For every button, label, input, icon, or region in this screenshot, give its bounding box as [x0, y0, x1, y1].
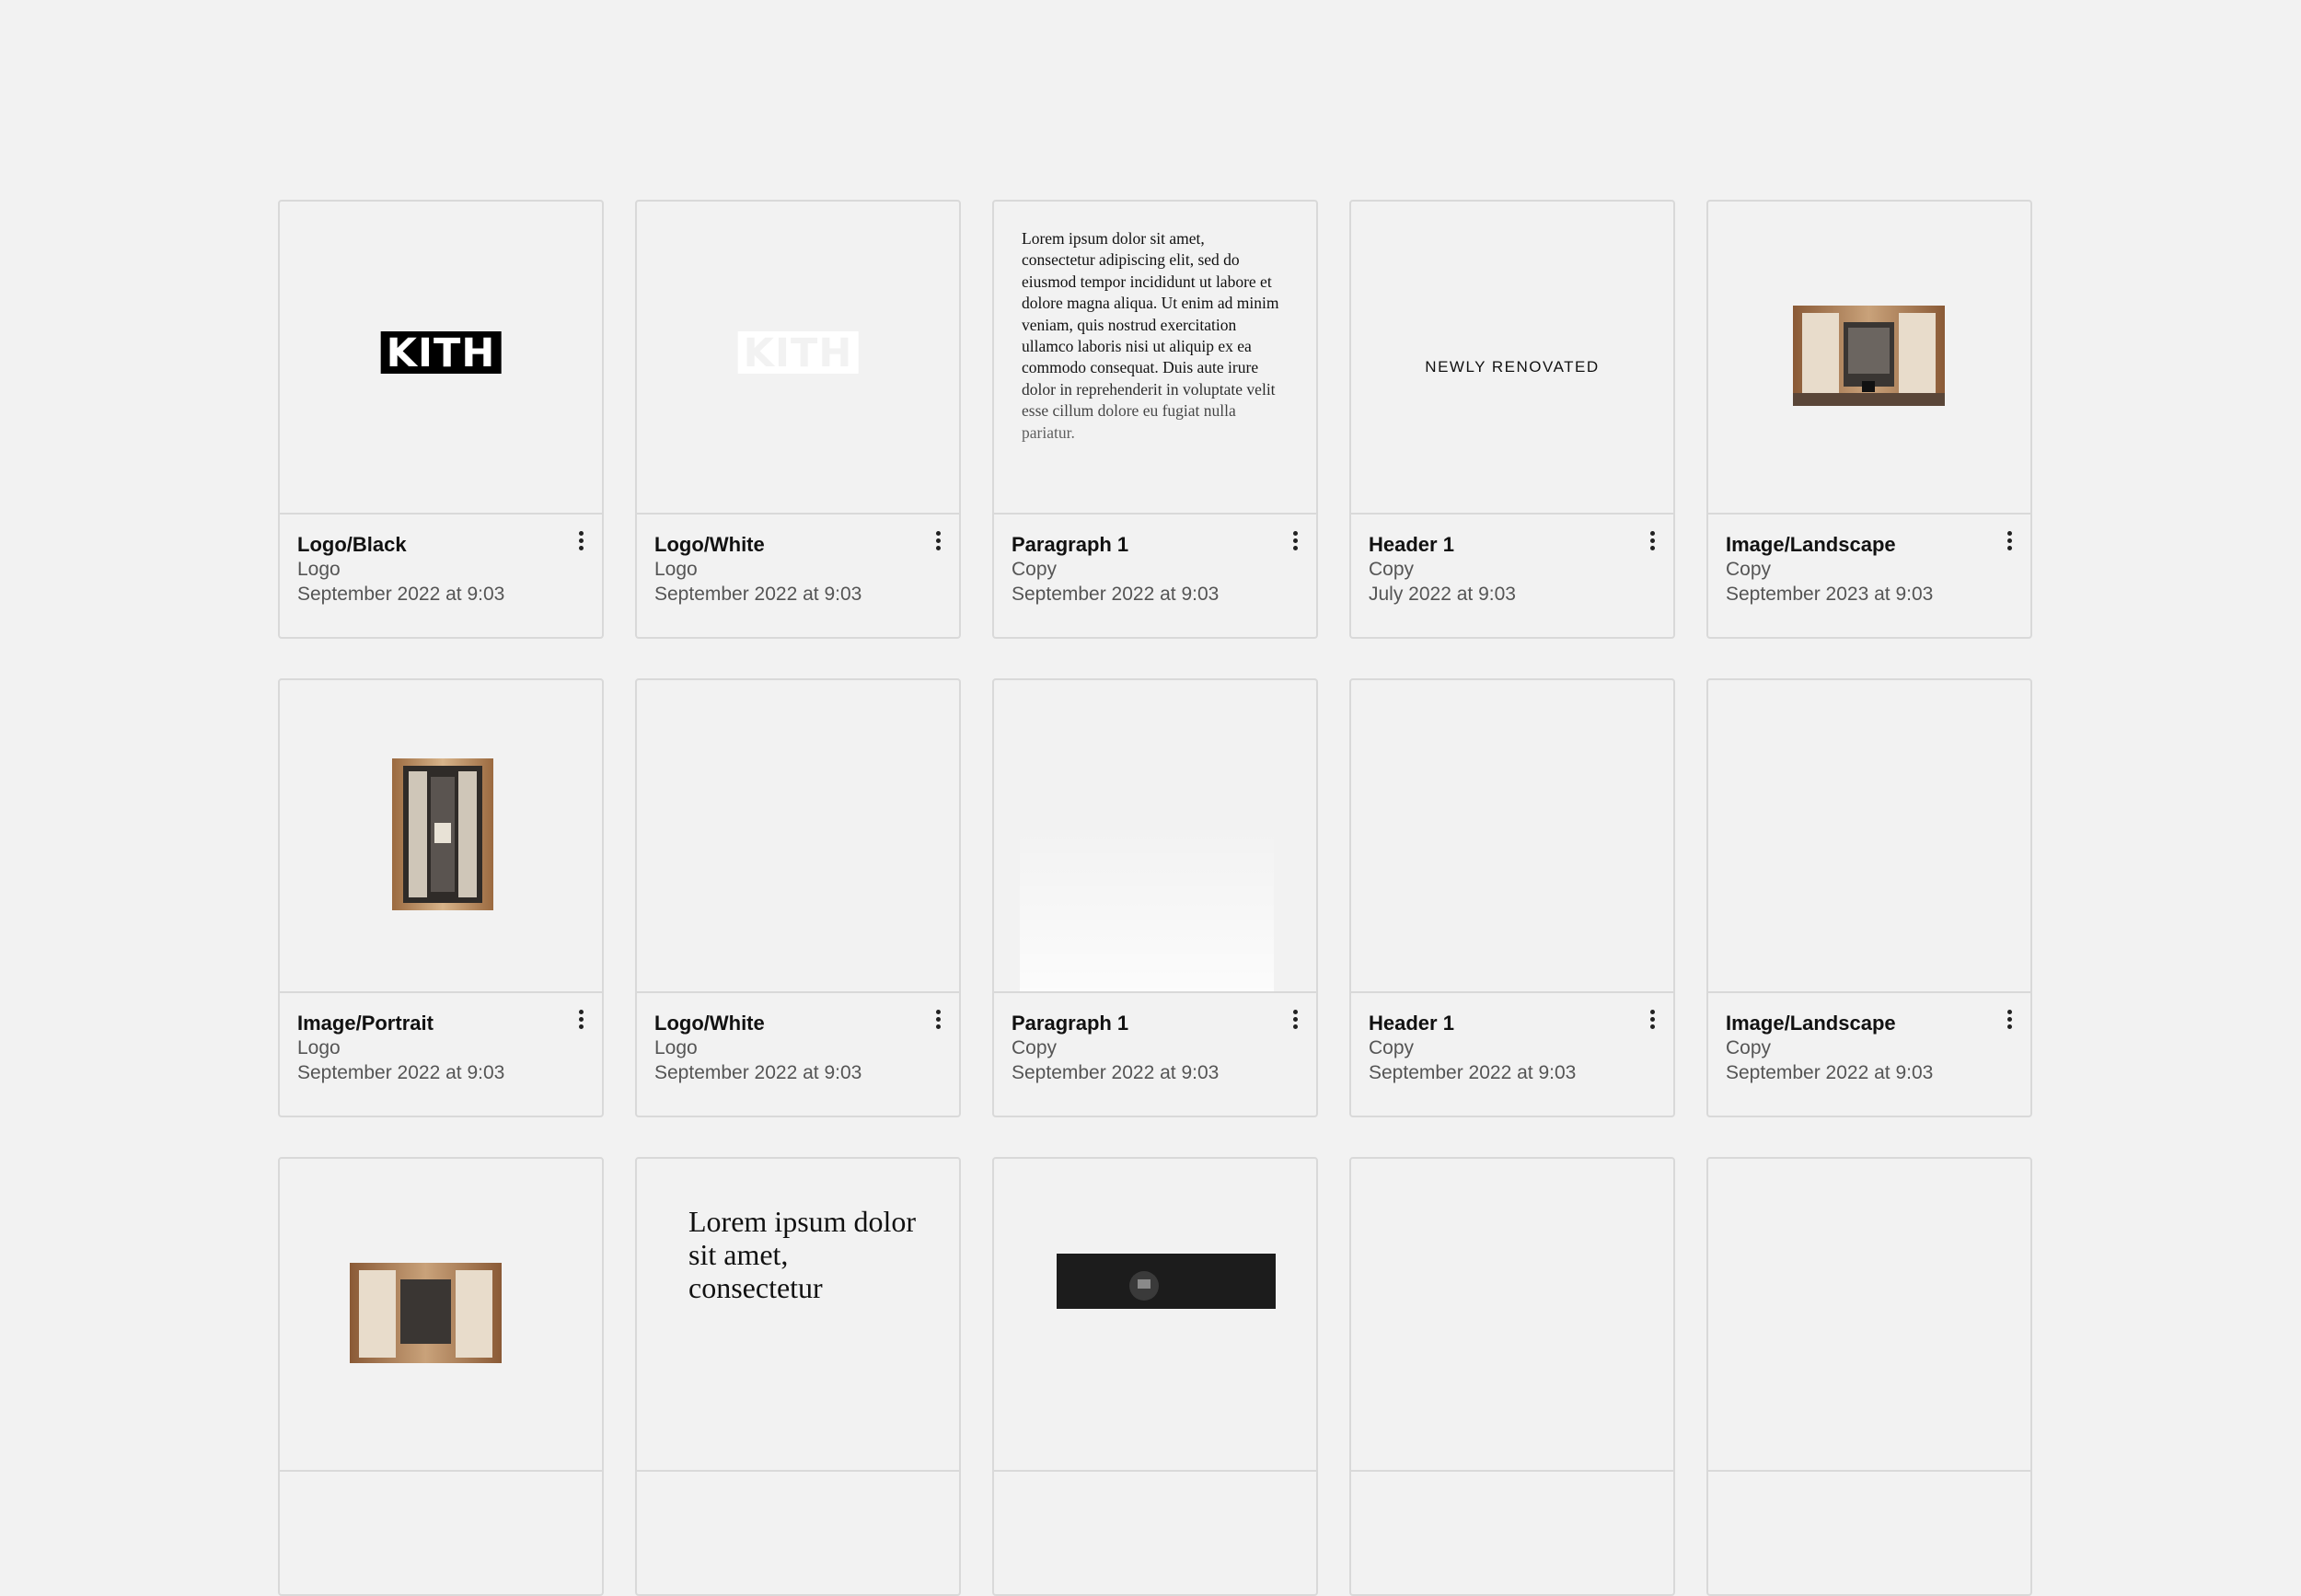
asset-date: September 2022 at 9:03 — [654, 584, 862, 605]
asset-title: Image/Landscape — [1726, 533, 1896, 556]
asset-meta: Logo/Black Logo September 2022 at 9:03 — [297, 533, 565, 607]
asset-title: Header 1 — [1369, 533, 1454, 556]
more-vertical-icon[interactable] — [1290, 531, 1300, 553]
asset-card[interactable]: Image/Landscape Copy September 2022 at 9… — [1706, 678, 2032, 1117]
asset-date: September 2022 at 9:03 — [297, 1062, 505, 1083]
asset-thumbnail: Lorem ipsum dolor sit amet, consectetur — [637, 1159, 959, 1472]
asset-meta: Paragraph 1 Copy September 2022 at 9:03 — [1012, 533, 1279, 607]
asset-thumbnail — [1351, 680, 1673, 993]
asset-thumbnail — [1708, 680, 2030, 993]
asset-date: September 2022 at 9:03 — [1012, 584, 1220, 605]
asset-meta: Logo/White Logo September 2022 at 9:03 — [654, 533, 922, 607]
kith-logo-white: KITH — [737, 331, 859, 374]
asset-date: September 2023 at 9:03 — [1726, 584, 1934, 605]
asset-card[interactable]: Image/Landscape Copy September 2023 at 9… — [1706, 200, 2032, 639]
asset-title: Image/Landscape — [1726, 1012, 1896, 1035]
asset-title: Logo/Black — [297, 533, 407, 556]
more-vertical-icon[interactable] — [2005, 1010, 2014, 1032]
asset-type: Copy — [1369, 1037, 1415, 1058]
asset-title: Image/Portrait — [297, 1012, 434, 1035]
asset-card[interactable] — [992, 1157, 1318, 1596]
asset-thumbnail — [994, 680, 1316, 993]
asset-card[interactable]: Paragraph 1 Copy September 2022 at 9:03 — [992, 678, 1318, 1117]
more-vertical-icon[interactable] — [1290, 1010, 1300, 1032]
asset-thumbnail — [637, 680, 959, 993]
more-vertical-icon[interactable] — [933, 531, 942, 553]
asset-date: July 2022 at 9:03 — [1369, 584, 1516, 605]
asset-type: Copy — [1726, 1037, 1772, 1058]
asset-type: Copy — [1369, 559, 1415, 580]
asset-card[interactable]: Header 1 Copy September 2022 at 9:03 — [1349, 678, 1675, 1117]
asset-card[interactable]: Logo/White Logo September 2022 at 9:03 — [635, 678, 961, 1117]
asset-date: September 2022 at 9:03 — [1369, 1062, 1577, 1083]
asset-type: Logo — [297, 1037, 341, 1058]
asset-type: Logo — [654, 1037, 698, 1058]
asset-title: Logo/White — [654, 1012, 765, 1035]
asset-title: Paragraph 1 — [1012, 533, 1129, 556]
store-landscape-image — [350, 1263, 502, 1363]
asset-thumbnail — [1351, 1159, 1673, 1472]
asset-card[interactable]: KITH Logo/Black Logo September 2022 at 9… — [278, 200, 604, 639]
asset-card[interactable]: NEWLY RENOVATED Header 1 Copy July 2022 … — [1349, 200, 1675, 639]
asset-meta: Logo/White Logo September 2022 at 9:03 — [654, 1012, 922, 1085]
asset-card[interactable] — [1706, 1157, 2032, 1596]
asset-type: Copy — [1012, 1037, 1058, 1058]
asset-type: Copy — [1726, 559, 1772, 580]
more-vertical-icon[interactable] — [1648, 1010, 1657, 1032]
more-vertical-icon[interactable] — [2005, 531, 2014, 553]
store-portrait-image — [392, 758, 493, 910]
asset-meta: Image/Portrait Logo September 2022 at 9:… — [297, 1012, 565, 1085]
more-vertical-icon[interactable] — [576, 531, 585, 553]
header-preview: NEWLY RENOVATED — [1425, 358, 1600, 376]
preview-fade — [1020, 367, 1290, 513]
asset-thumbnail — [280, 680, 602, 993]
asset-card[interactable]: Lorem ipsum dolor sit amet, consectetur — [635, 1157, 961, 1596]
asset-card[interactable]: Image/Portrait Logo September 2022 at 9:… — [278, 678, 604, 1117]
asset-date: September 2022 at 9:03 — [654, 1062, 862, 1083]
asset-type: Copy — [1012, 559, 1058, 580]
asset-card[interactable] — [1349, 1157, 1675, 1596]
dark-image-preview — [1057, 1254, 1276, 1309]
asset-meta: Image/Landscape Copy September 2022 at 9… — [1726, 1012, 1994, 1085]
asset-thumbnail: NEWLY RENOVATED — [1351, 202, 1673, 515]
asset-thumbnail — [1708, 202, 2030, 515]
asset-meta: Header 1 Copy July 2022 at 9:03 — [1369, 533, 1636, 607]
asset-meta: Image/Landscape Copy September 2023 at 9… — [1726, 533, 1994, 607]
asset-date: September 2022 at 9:03 — [1726, 1062, 1934, 1083]
asset-thumbnail — [280, 1159, 602, 1472]
asset-meta: Header 1 Copy September 2022 at 9:03 — [1369, 1012, 1636, 1085]
asset-card[interactable] — [278, 1157, 604, 1596]
asset-thumbnail: Lorem ipsum dolor sit amet, consectetur … — [994, 202, 1316, 515]
asset-title: Logo/White — [654, 533, 765, 556]
more-vertical-icon[interactable] — [933, 1010, 942, 1032]
asset-title: Header 1 — [1369, 1012, 1454, 1035]
asset-thumbnail: KITH — [280, 202, 602, 515]
kith-logo-black: KITH — [380, 331, 502, 374]
asset-thumbnail: KITH — [637, 202, 959, 515]
more-vertical-icon[interactable] — [576, 1010, 585, 1032]
asset-thumbnail — [994, 1159, 1316, 1472]
asset-card[interactable]: KITH Logo/White Logo September 2022 at 9… — [635, 200, 961, 639]
store-landscape-image — [1793, 306, 1945, 406]
asset-thumbnail — [1708, 1159, 2030, 1472]
asset-grid: KITH Logo/Black Logo September 2022 at 9… — [278, 200, 2032, 1596]
asset-type: Logo — [297, 559, 341, 580]
faded-preview-panel — [1020, 827, 1274, 991]
asset-card[interactable]: Lorem ipsum dolor sit amet, consectetur … — [992, 200, 1318, 639]
asset-meta: Paragraph 1 Copy September 2022 at 9:03 — [1012, 1012, 1279, 1085]
asset-date: September 2022 at 9:03 — [1012, 1062, 1220, 1083]
paragraph-preview-large: Lorem ipsum dolor sit amet, consectetur — [688, 1205, 917, 1304]
asset-type: Logo — [654, 559, 698, 580]
asset-date: September 2022 at 9:03 — [297, 584, 505, 605]
asset-title: Paragraph 1 — [1012, 1012, 1129, 1035]
more-vertical-icon[interactable] — [1648, 531, 1657, 553]
